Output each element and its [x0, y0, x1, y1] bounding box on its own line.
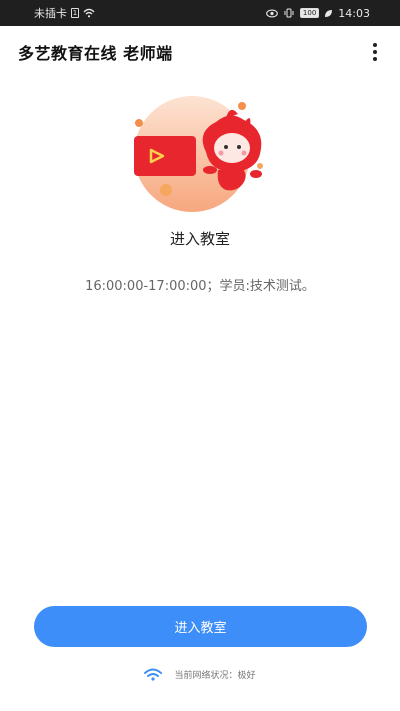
app-bar: 多艺教育在线 老师端 — [0, 26, 400, 78]
status-right: 100 14:03 — [266, 7, 370, 20]
leaf-icon — [325, 9, 333, 17]
enter-classroom-button[interactable]: 进入教室 — [34, 606, 367, 647]
screen: 未插卡 1 100 14:03 多艺教育在线 老师端 进入教室 16:00:00… — [0, 0, 400, 711]
clock-text: 14:03 — [338, 6, 370, 20]
status-bar: 未插卡 1 100 14:03 — [0, 0, 400, 26]
battery-icon: 100 — [299, 8, 320, 18]
eye-comfort-icon — [266, 9, 278, 17]
classroom-mascot-illustration — [134, 96, 263, 212]
network-status: 当前网络状况：极好 — [0, 668, 400, 681]
wifi-icon — [144, 668, 163, 681]
room-title: 进入教室 — [169, 230, 230, 248]
wifi-status-icon — [83, 8, 95, 18]
network-status-text: 当前网络状况：极好 — [174, 671, 256, 681]
status-left: 未插卡 1 — [34, 5, 95, 21]
schedule-text: 16:00:00-17:00:00；学员:技术测试。 — [85, 279, 315, 294]
app-title: 多艺教育在线 老师端 — [18, 44, 173, 63]
carrier-text: 未插卡 — [34, 7, 67, 20]
sim-icon: 1 — [71, 8, 79, 18]
vibrate-icon — [284, 8, 294, 18]
more-vert-icon[interactable] — [368, 40, 382, 64]
